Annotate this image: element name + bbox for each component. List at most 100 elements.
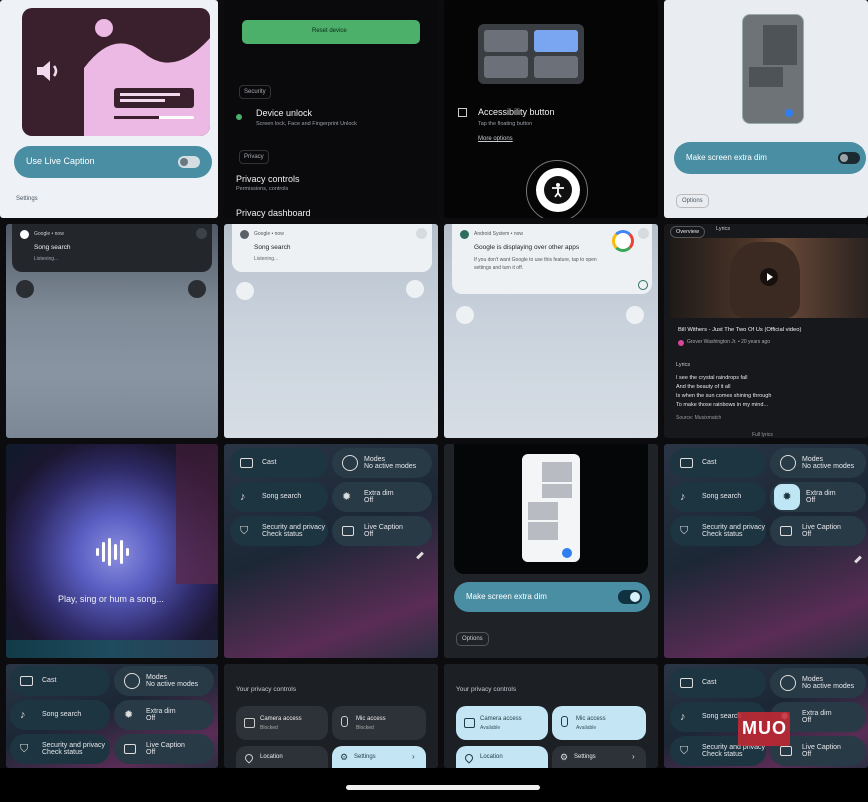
edit-icon[interactable] (416, 551, 424, 560)
modes-icon (124, 673, 140, 689)
lyrics-source: Source: Musixmatch (676, 415, 722, 421)
settings-tile[interactable]: ⚙ Settings › (552, 746, 646, 768)
qs-modes-tile[interactable]: Modes No active modes (770, 448, 866, 478)
settings-tile[interactable]: ⚙ Settings › (332, 746, 426, 768)
muo-watermark: MUO (738, 712, 790, 746)
chevron-right-icon: › (632, 752, 635, 761)
accessibility-title[interactable]: Accessibility button (478, 107, 555, 117)
chevron-up-icon[interactable] (416, 228, 427, 239)
shield-icon: ⛉ (20, 743, 29, 755)
shield-icon: ⛉ (680, 745, 689, 757)
privacy-header: Your privacy controls (236, 686, 297, 693)
qs-song-search-tile[interactable]: ♪ Song search (10, 700, 110, 730)
reset-device-button[interactable]: Reset device (242, 20, 420, 44)
camera-access-tile[interactable]: Camera access Available (456, 706, 548, 740)
more-options-link[interactable]: More options (478, 136, 513, 142)
caption-icon (780, 526, 792, 536)
qs-security-tile[interactable]: ⛉ Security and privacy Check status (10, 734, 110, 764)
toggle-switch[interactable] (838, 152, 860, 164)
qs-cast-tile[interactable]: Cast (670, 448, 766, 478)
gear-icon: ⚙ (340, 752, 349, 762)
toggle-switch[interactable] (178, 156, 200, 168)
snooze-icon[interactable] (456, 306, 474, 324)
song-search-listening: Play, sing or hum a song... (6, 444, 218, 658)
modes-icon (780, 455, 796, 471)
extra-dim-toggle-row[interactable]: Make screen extra dim (454, 582, 650, 612)
google-g-icon (612, 230, 634, 252)
qs-modes-tile[interactable]: Modes No active modes (332, 448, 432, 478)
video-thumbnail[interactable] (670, 238, 868, 318)
tab-lyrics[interactable]: Lyrics (716, 226, 730, 232)
privacy-dashboard[interactable]: Privacy dashboard (236, 208, 311, 218)
cast-icon (680, 678, 693, 688)
location-tile[interactable]: Location (456, 746, 548, 768)
live-caption-toggle-row[interactable]: Use Live Caption (14, 146, 212, 178)
qs-cast-tile[interactable]: Cast (10, 666, 110, 696)
location-icon (463, 752, 475, 764)
accessibility-panel: Accessibility button Tap the floating bu… (444, 0, 658, 218)
qs-cast-tile[interactable]: Cast (670, 668, 766, 698)
qs-extra-dim-tile[interactable]: ✹ Extra dimOff (332, 482, 432, 512)
camera-icon (464, 718, 475, 728)
mic-off-icon (341, 716, 348, 727)
settings-label[interactable]: Settings (16, 196, 38, 202)
lyric-line: And the beauty of it all (676, 384, 731, 390)
cast-icon (20, 676, 33, 686)
device-unlock-sub: Screen lock, Face and Fingerprint Unlock (256, 121, 357, 127)
camera-off-icon (244, 718, 255, 728)
chevron-up-icon[interactable] (638, 228, 649, 239)
bubble-icon[interactable] (406, 280, 424, 298)
qs-security-tile[interactable]: ⛉ Security and privacy Check status (230, 516, 328, 546)
edit-icon[interactable] (854, 555, 862, 564)
overlay-notification[interactable]: Android System • now Google is displayin… (452, 224, 652, 294)
modes-icon (342, 455, 358, 471)
mic-access-tile[interactable]: Mic access Blocked (332, 706, 426, 740)
song-search-notification[interactable]: Google • now Song search Listening... (232, 224, 432, 272)
qs-modes-tile[interactable]: Modes No active modes (770, 668, 866, 698)
live-caption-panel: Use Live Caption Settings (0, 0, 218, 218)
qs-song-search-tile[interactable]: ♪ Song search (670, 482, 766, 512)
lyric-line: Is when the sun comes shining through (676, 393, 772, 399)
chevron-up-icon[interactable] (196, 228, 207, 239)
quick-settings-3: Cast Modes No active modes ♪ Song search … (6, 664, 218, 768)
shield-icon: ⛉ (240, 525, 249, 537)
camera-access-tile[interactable]: Camera access Blocked (236, 706, 328, 740)
qs-extra-dim-tile[interactable]: ✹ Extra dimOff (114, 700, 214, 730)
caption-icon (124, 744, 136, 754)
home-gesture-handle[interactable] (346, 785, 540, 790)
caption-box (114, 88, 194, 108)
mic-access-tile[interactable]: Mic access Available (552, 706, 646, 740)
location-icon (243, 752, 255, 764)
qs-live-caption-tile[interactable]: Live Caption Off (114, 734, 214, 764)
shield-icon: ⛉ (680, 525, 689, 537)
lyrics-header: Lyrics (676, 362, 691, 368)
section-security: Security (239, 85, 271, 99)
extra-dim-panel: Make screen extra dim Options (664, 0, 868, 218)
snooze-icon[interactable] (16, 280, 34, 298)
qs-live-caption-tile[interactable]: Live Caption Off (770, 516, 866, 546)
toggle-switch[interactable] (618, 590, 642, 604)
options-label[interactable]: Options (456, 632, 489, 646)
qs-live-caption-tile[interactable]: Live Caption Off (332, 516, 432, 546)
qs-extra-dim-tile[interactable]: ✹ Extra dimOff (770, 482, 866, 512)
bubble-icon[interactable] (626, 306, 644, 324)
options-label[interactable]: Options (676, 194, 709, 208)
qs-cast-tile[interactable]: Cast (230, 448, 328, 478)
tab-overview[interactable]: Overview (670, 226, 705, 238)
device-unlock-title[interactable]: Device unlock (256, 108, 312, 118)
song-search-notification[interactable]: Google • now Song search Listening... (12, 224, 212, 272)
full-lyrics-link[interactable]: Full lyrics (752, 432, 773, 438)
app-grid-preview (478, 24, 584, 84)
bubble-icon[interactable] (188, 280, 206, 298)
privacy-controls-title[interactable]: Privacy controls (236, 174, 300, 184)
location-tile[interactable]: Location (236, 746, 328, 768)
play-icon[interactable] (760, 268, 778, 286)
snooze-icon[interactable] (236, 282, 254, 300)
qs-security-tile[interactable]: ⛉ Security and privacy Check status (670, 516, 766, 546)
qs-modes-tile[interactable]: Modes No active modes (114, 666, 214, 696)
caption-icon (342, 526, 354, 536)
qs-song-search-tile[interactable]: ♪ Song search (230, 482, 328, 512)
checkbox[interactable] (458, 108, 467, 117)
extra-dim-toggle-row[interactable]: Make screen extra dim (674, 142, 866, 174)
video-title[interactable]: Bill Withers - Just The Two Of Us (Offic… (678, 327, 801, 333)
